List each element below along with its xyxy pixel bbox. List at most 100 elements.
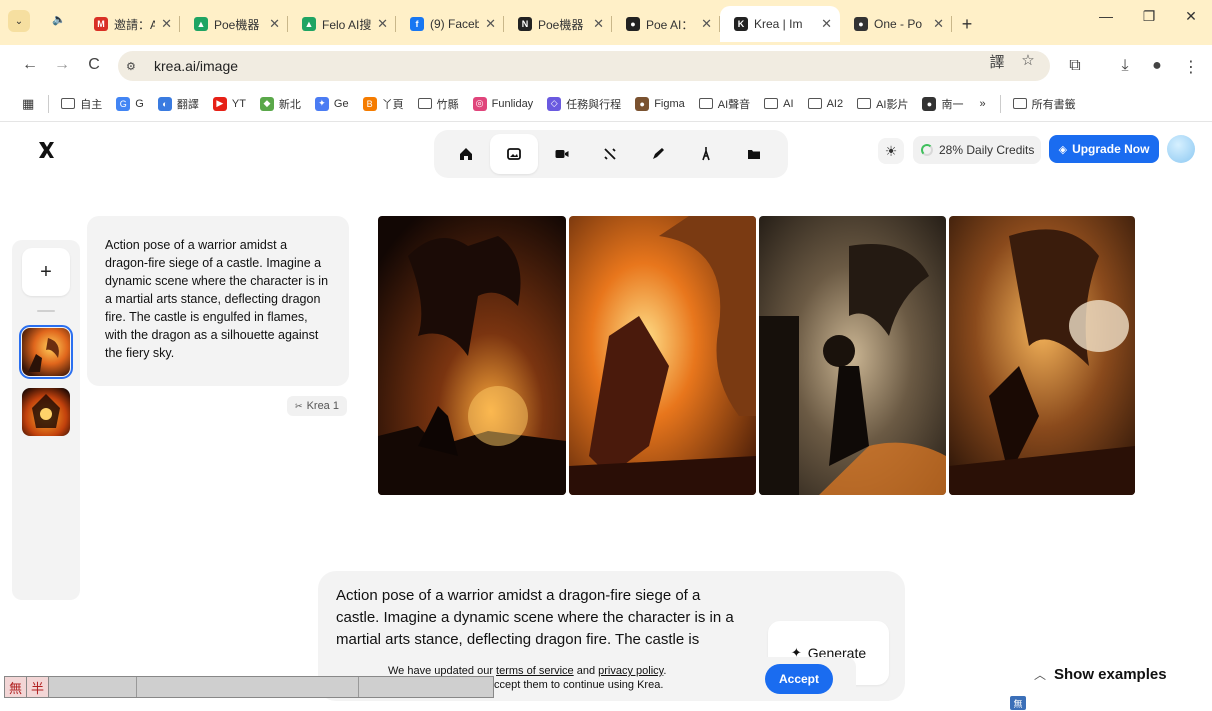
bookmark-item[interactable]: 自主 — [61, 96, 102, 112]
all-bookmarks-button[interactable]: 所有書籤 — [1012, 96, 1076, 112]
credits-ring-icon — [921, 144, 933, 156]
bookmark-item[interactable]: AI2 — [807, 98, 843, 110]
tab[interactable]: ● Poe AI： ✕ — [612, 6, 720, 42]
ime-mode-toggle[interactable]: 無 — [5, 677, 27, 697]
close-icon[interactable]: ✕ — [485, 16, 496, 32]
forward-button[interactable]: → — [52, 56, 72, 74]
generated-image[interactable] — [759, 216, 946, 495]
drive-icon: ▲ — [194, 17, 208, 31]
bookmark-label: G — [135, 97, 144, 110]
tab[interactable]: K Krea | Im ✕ — [720, 6, 840, 42]
bookmark-item[interactable]: ◇ 任務與行程 — [547, 96, 621, 112]
sun-icon[interactable]: ☀ — [878, 138, 904, 164]
speaker-icon[interactable]: 🔈 — [52, 13, 66, 27]
history-thumbnail[interactable] — [19, 325, 73, 379]
show-examples-label: Show examples — [1054, 666, 1167, 683]
extensions-icon[interactable]: ⧉ — [1064, 57, 1086, 75]
bookmark-item[interactable]: ✦ Ge — [314, 96, 349, 111]
reload-button[interactable]: C — [84, 56, 104, 74]
bookmark-item[interactable]: B 丫頁 — [362, 96, 404, 112]
url-text: krea.ai/image — [154, 58, 239, 74]
tab[interactable]: ● One - Po ✕ — [840, 6, 952, 42]
tab[interactable]: M 邀請：AI ✕ — [80, 6, 180, 42]
tab-label: Felo AI搜 — [322, 17, 372, 32]
mode-edit-button[interactable] — [634, 134, 682, 174]
ime-slot — [49, 677, 137, 697]
site-settings-icon[interactable]: ⚙ — [126, 60, 148, 73]
bookmark-star-icon[interactable]: ☆ — [1017, 51, 1039, 69]
minimize-button[interactable]: — — [1091, 8, 1121, 24]
close-icon[interactable]: ✕ — [269, 16, 280, 32]
bookmark-item[interactable]: ◐ 翻譯 — [157, 96, 199, 112]
close-icon[interactable]: ✕ — [593, 16, 604, 32]
prompt-input[interactable]: Action pose of a warrior amidst a dragon… — [336, 585, 744, 655]
tab[interactable]: ▲ Poe機器 ✕ — [180, 6, 288, 42]
mode-video-button[interactable] — [538, 134, 586, 174]
generated-image[interactable] — [378, 216, 566, 495]
upgrade-button[interactable]: ◈ Upgrade Now — [1049, 135, 1159, 163]
avatar[interactable] — [1167, 135, 1195, 163]
restore-button[interactable]: ❐ — [1134, 8, 1164, 25]
tab[interactable]: f (9) Faceb ✕ — [396, 6, 504, 42]
assets-icon — [748, 150, 760, 159]
bookmark-item[interactable]: ◆ 新北 — [259, 96, 301, 112]
bookmark-item[interactable]: AI — [764, 98, 794, 110]
terms-link[interactable]: terms of service — [496, 665, 574, 677]
new-generation-button[interactable]: + — [22, 248, 70, 296]
close-window-button[interactable]: ✕ — [1176, 8, 1206, 25]
mode-train-button[interactable] — [682, 134, 730, 174]
bookmark-item[interactable]: ◎ Funliday — [472, 96, 533, 111]
generated-image[interactable] — [949, 216, 1135, 495]
close-icon[interactable]: ✕ — [821, 16, 832, 32]
mode-enhance-button[interactable] — [586, 134, 634, 174]
bookmark-item[interactable]: ● Figma — [635, 96, 685, 111]
folder-icon — [857, 98, 872, 109]
bookmark-item[interactable]: ▶ YT — [212, 96, 246, 111]
tray-app-icon[interactable]: 無 — [1010, 696, 1026, 710]
apps-icon[interactable]: ▦ — [22, 96, 34, 112]
tab[interactable]: N Poe機器 ✕ — [504, 6, 612, 42]
daily-credits[interactable]: 28% Daily Credits — [913, 136, 1041, 164]
close-icon[interactable]: ✕ — [701, 16, 712, 32]
download-icon[interactable]: ⤓ — [1114, 57, 1136, 75]
bookmark-item[interactable]: AI影片 — [857, 96, 908, 112]
back-button[interactable]: ← — [20, 56, 40, 74]
mode-image-button[interactable] — [490, 134, 538, 174]
bookmark-item[interactable]: GG — [116, 96, 144, 111]
tasks-icon: ◇ — [547, 96, 562, 111]
ime-width-toggle[interactable]: 半 — [27, 677, 49, 697]
history-thumbnail[interactable] — [22, 388, 70, 436]
close-icon[interactable]: ✕ — [161, 16, 172, 32]
tab-list: M 邀請：AI ✕ ▲ Poe機器 ✕ ▲ Felo AI搜 ✕ f (9) Faceb ✕ N Poe機… — [80, 6, 982, 42]
bookmark-item[interactable]: ● 南一 — [922, 96, 963, 112]
krea-logo-icon[interactable] — [36, 140, 56, 160]
close-icon[interactable]: ✕ — [933, 16, 944, 32]
bookmark-label: AI聲音 — [717, 98, 751, 111]
bookmark-label: 翻譯 — [176, 98, 199, 111]
train-icon — [702, 147, 710, 161]
close-icon[interactable]: ✕ — [377, 16, 388, 32]
mode-home-button[interactable] — [442, 134, 490, 174]
privacy-link[interactable]: privacy policy — [598, 665, 663, 677]
address-bar[interactable]: ⚙ krea.ai/image — [118, 51, 1050, 81]
tab[interactable]: ▲ Felo AI搜 ✕ — [288, 6, 396, 42]
chrome-menu-icon[interactable]: ⋮ — [1180, 57, 1202, 77]
image-gallery — [378, 216, 1138, 496]
plus-icon: + — [40, 260, 52, 283]
history-divider — [37, 310, 55, 312]
mode-assets-button[interactable] — [730, 134, 778, 174]
accept-button[interactable]: Accept — [765, 664, 833, 694]
show-examples-button[interactable]: ︿ Show examples — [1034, 666, 1167, 683]
blogger-icon: B — [362, 96, 377, 111]
profile-icon[interactable]: ● — [1146, 57, 1168, 75]
tab-label: Krea | Im — [754, 17, 803, 31]
bookmark-label: 自主 — [80, 98, 103, 111]
bookmark-item[interactable]: 竹縣 — [417, 96, 459, 112]
translate-icon[interactable]: 譯 — [986, 51, 1008, 72]
notion-icon: N — [518, 17, 532, 31]
tab-search-button[interactable]: ⌄ — [8, 10, 30, 32]
new-tab-button[interactable]: + — [952, 6, 982, 42]
bookmarks-overflow-button[interactable]: » — [979, 98, 985, 110]
bookmark-item[interactable]: AI聲音 — [698, 96, 751, 112]
generated-image[interactable] — [569, 216, 756, 495]
